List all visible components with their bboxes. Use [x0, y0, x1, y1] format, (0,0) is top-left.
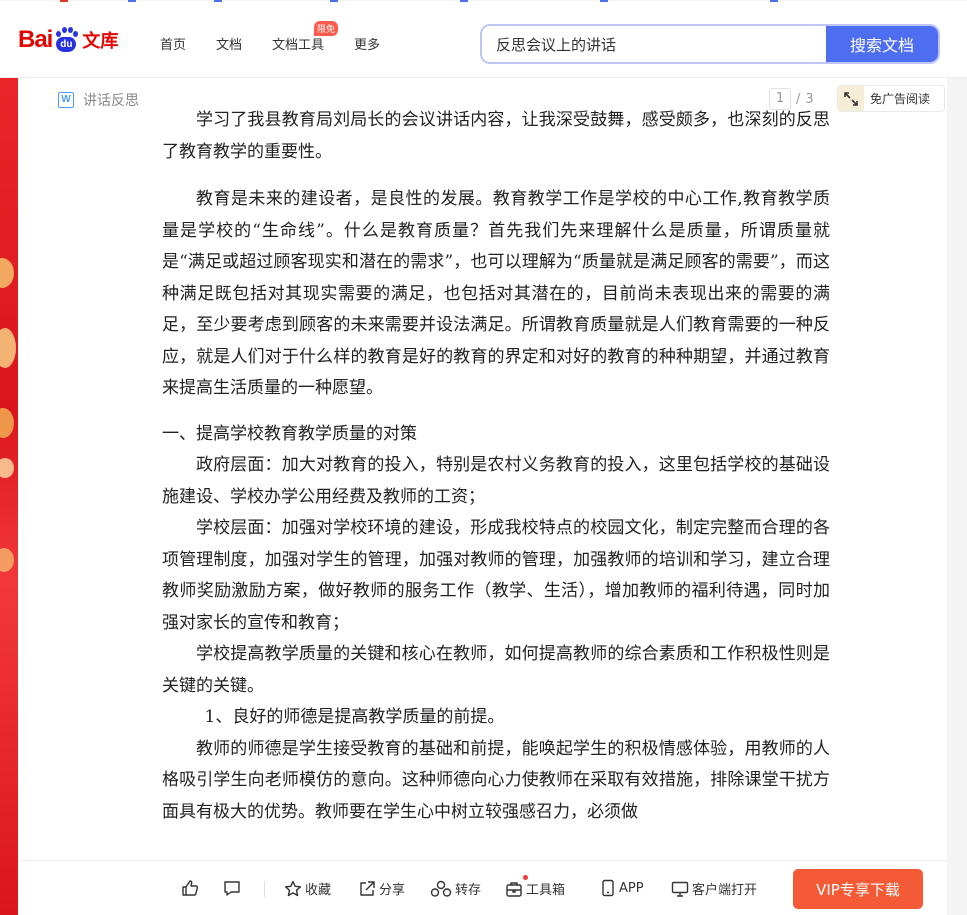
- star-icon: [284, 880, 302, 896]
- word-doc-icon: W: [58, 92, 74, 108]
- doc-paragraph: 教育是未来的建设者，是良性的发展。教育教学工作是学校的中心工作,教育教学质量是学…: [162, 189, 830, 398]
- phone-icon: [602, 879, 614, 897]
- top-header: Bai du 文库 首页 文档 文档工具 限免 更多 搜索文档: [0, 0, 967, 78]
- main-nav: 首页 文档 文档工具 限免 更多: [160, 21, 410, 53]
- search-input[interactable]: [482, 26, 826, 62]
- doc-paragraph: 学校提高教学质量的关键和核心在教师，如何提高教师的综合素质和工作积极性则是关键的…: [162, 644, 830, 696]
- monitor-icon: [671, 881, 689, 897]
- expand-icon: [838, 86, 864, 111]
- nav-more[interactable]: 更多: [354, 34, 380, 53]
- collect-label: 收藏: [305, 883, 332, 898]
- search-button[interactable]: 搜索文档: [826, 26, 938, 62]
- toolbox-label: 工具箱: [526, 883, 566, 898]
- open-in-client-label: 客户端打开: [692, 883, 758, 898]
- ad-free-reading-button[interactable]: 免广告阅读: [837, 85, 945, 112]
- nav-doc-tools-label: 文档工具: [272, 38, 325, 53]
- share-label: 分享: [379, 883, 406, 898]
- doc-list-item: 1、良好的师德是提高教学质量的前提。: [204, 707, 505, 727]
- bottom-toolbar: 收藏 分享 转存 工具箱 APP 客户端打开 VIP专享下载: [18, 860, 947, 915]
- free-badge: 限免: [314, 21, 339, 36]
- ad-free-reading-label: 免广告阅读: [870, 92, 931, 106]
- right-gutter: [947, 78, 967, 915]
- like-button[interactable]: [181, 879, 202, 897]
- collect-button[interactable]: 收藏: [284, 879, 331, 898]
- share-button[interactable]: 分享: [358, 879, 405, 898]
- search-box: 搜索文档: [480, 24, 940, 64]
- left-decoration-banner: [0, 78, 18, 915]
- share-icon: [360, 880, 375, 896]
- nav-doc-tools[interactable]: 文档工具 限免: [272, 21, 339, 53]
- app-label: APP: [619, 880, 644, 896]
- document-content: 学习了我县教育局刘局长的会议讲话内容，让我深受鼓舞，感受颇多，也深刻的反思了教育…: [162, 105, 830, 860]
- repost-icon: [430, 880, 452, 897]
- doc-heading: 一、提高学校教育教学质量的对策: [162, 423, 417, 444]
- doc-paragraph: 学校层面：加强对学校环境的建设，形成我校特点的校园文化，制定完整而合理的各项管理…: [162, 518, 830, 633]
- app-button[interactable]: APP: [600, 879, 644, 897]
- open-in-client-button[interactable]: 客户端打开: [671, 879, 757, 898]
- doc-paragraph: 政府层面：加大对教育的投入，特别是农村义务教育的投入，这里包括学校的基础设施建设…: [162, 455, 830, 507]
- baidu-wenku-logo[interactable]: Bai du 文库: [18, 26, 118, 54]
- comment-icon: [224, 881, 240, 896]
- logo-bai-text: Bai: [18, 26, 53, 53]
- thumbs-up-icon: [182, 880, 199, 896]
- doc-paragraph: 教师的师德是学生接受教育的基础和前提，能唤起学生的积极情感体验，用教师的人格吸引…: [162, 738, 830, 822]
- nav-documents[interactable]: 文档: [216, 34, 242, 53]
- toolbar-divider: [264, 881, 265, 897]
- repost-button[interactable]: 转存: [430, 879, 481, 898]
- doc-paragraph: 学习了我县教育局刘局长的会议讲话内容，让我深受鼓舞，感受颇多，也深刻的反思了教育…: [162, 110, 830, 162]
- vip-download-button[interactable]: VIP专享下载: [793, 869, 923, 909]
- toolbox-button[interactable]: 工具箱: [505, 875, 566, 898]
- notification-dot: [523, 875, 528, 880]
- document-title: 讲话反思: [83, 93, 139, 109]
- comment-button[interactable]: [223, 879, 244, 897]
- top-color-strip: [0, 0, 967, 2]
- repost-label: 转存: [455, 883, 482, 898]
- document-title-area: W 讲话反思: [58, 90, 139, 110]
- toolbox-icon: [506, 881, 522, 897]
- nav-home[interactable]: 首页: [160, 34, 186, 53]
- paw-icon: du: [53, 27, 79, 53]
- logo-du-text: du: [56, 37, 77, 52]
- logo-wenku-text: 文库: [82, 31, 119, 52]
